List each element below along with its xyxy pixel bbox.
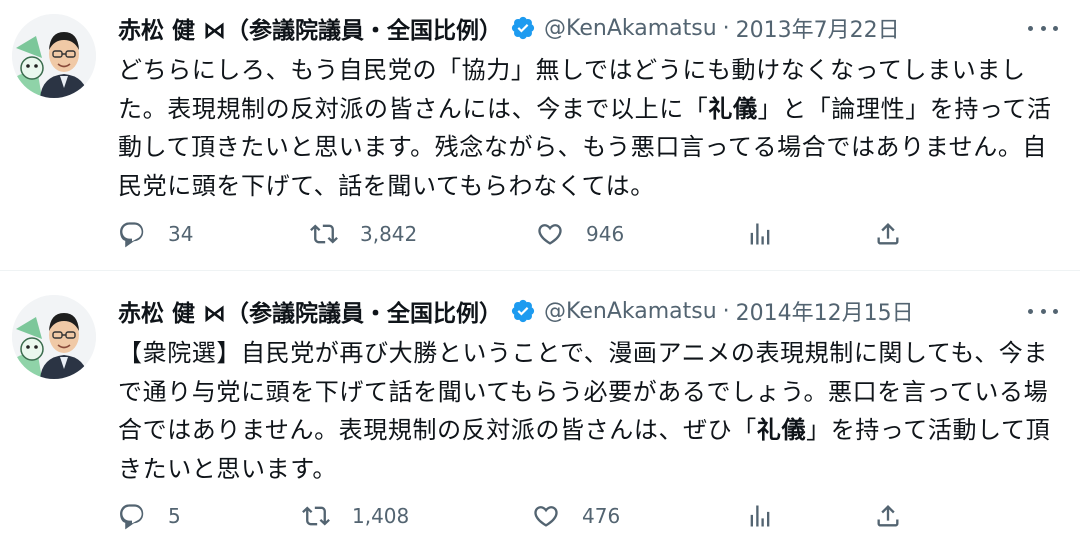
more-options-icon[interactable] <box>1028 16 1058 40</box>
avatar-image <box>12 295 96 379</box>
retweet-count: 3,842 <box>360 222 418 246</box>
separator-dot: · <box>722 298 730 324</box>
tweet-text-bold: 礼儀 <box>708 94 758 123</box>
tweet-actions: 34 3,842 946 <box>118 214 918 254</box>
retweet-button[interactable]: 1,408 <box>302 496 409 534</box>
tweet[interactable]: 赤松 健 ⋈（参議院議員・全国比例） @KenAkamatsu · 2014年1… <box>0 271 1080 534</box>
share-button[interactable] <box>874 496 902 534</box>
like-button[interactable]: 946 <box>536 214 624 254</box>
tweet-text: どちらにしろ、もう自民党の「協力」無しではどうにも動けなくなってしまいました。表… <box>118 51 1063 205</box>
tweet[interactable]: 赤松 健 ⋈（参議院議員・全国比例） @KenAkamatsu · 2013年7… <box>0 0 1080 270</box>
verified-badge-icon <box>510 15 536 41</box>
timeline: 赤松 健 ⋈（参議院議員・全国比例） @KenAkamatsu · 2013年7… <box>0 0 1080 534</box>
reply-button[interactable]: 34 <box>118 214 193 254</box>
author-handle[interactable]: @KenAkamatsu <box>544 299 717 324</box>
reply-count: 5 <box>168 504 181 528</box>
author-handle[interactable]: @KenAkamatsu <box>544 16 717 41</box>
tweet-actions: 5 1,408 476 <box>118 496 918 534</box>
retweet-icon <box>302 506 330 526</box>
analytics-icon <box>750 505 770 527</box>
like-button[interactable]: 476 <box>532 496 620 534</box>
share-icon <box>877 223 899 245</box>
tweet-text-bold: 礼儀 <box>756 416 807 444</box>
tweet-date[interactable]: 2013年7月22日 <box>736 12 900 44</box>
retweet-icon <box>310 224 338 244</box>
author-name[interactable]: 赤松 健 ⋈（参議院議員・全国比例） <box>118 11 502 45</box>
like-count: 476 <box>582 504 621 528</box>
reply-count: 34 <box>168 222 194 246</box>
reply-icon <box>120 222 144 248</box>
avatar[interactable] <box>12 14 96 98</box>
tweet-header: 赤松 健 ⋈（参議院議員・全国比例） @KenAkamatsu · 2014年1… <box>118 291 914 331</box>
reply-button[interactable]: 5 <box>118 496 181 534</box>
reply-icon <box>120 504 144 530</box>
tweet-header: 赤松 健 ⋈（参議院議員・全国比例） @KenAkamatsu · 2013年7… <box>118 8 900 48</box>
avatar-image <box>12 14 96 98</box>
like-icon <box>538 224 562 245</box>
more-options-icon[interactable] <box>1028 299 1058 323</box>
retweet-count: 1,408 <box>352 504 410 528</box>
analytics-button[interactable] <box>746 214 774 254</box>
tweet-text: 【衆院選】自民党が再び大勝ということで、漫画アニメの表現規制に関しても、今まで通… <box>118 334 1063 488</box>
retweet-button[interactable]: 3,842 <box>310 214 417 254</box>
analytics-icon <box>750 223 770 245</box>
like-count: 946 <box>586 222 625 246</box>
share-button[interactable] <box>874 214 902 254</box>
verified-badge-icon <box>510 298 536 324</box>
like-icon <box>534 506 558 527</box>
separator-dot: · <box>722 15 730 41</box>
avatar[interactable] <box>12 295 96 379</box>
author-name[interactable]: 赤松 健 ⋈（参議院議員・全国比例） <box>118 294 502 328</box>
share-icon <box>877 505 899 527</box>
analytics-button[interactable] <box>746 496 774 534</box>
tweet-date[interactable]: 2014年12月15日 <box>736 295 914 327</box>
